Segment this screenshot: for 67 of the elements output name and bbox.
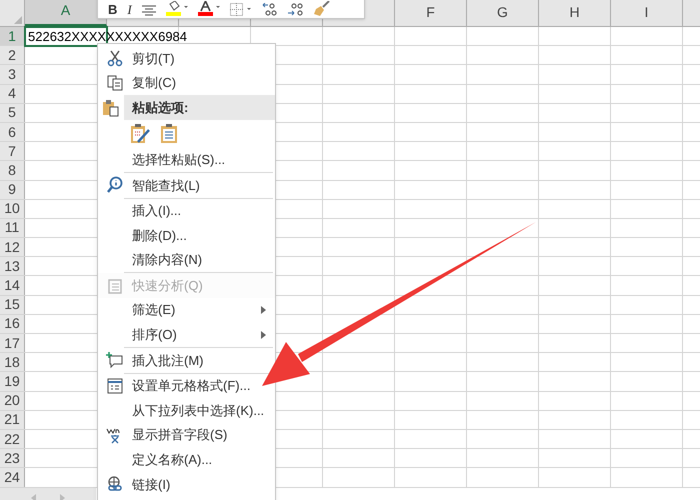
row-header[interactable]: 3 [0, 65, 25, 84]
format-cells-icon [106, 377, 124, 396]
row-header[interactable]: 18 [0, 353, 25, 372]
menu-item[interactable]: 显示拼音字段(S) [98, 422, 275, 448]
row-header[interactable]: 17 [0, 334, 25, 352]
row-header[interactable]: 6 [0, 122, 25, 142]
menu-item[interactable]: 剪切(T) [98, 46, 275, 71]
link-icon [106, 475, 124, 494]
menu-item[interactable]: 复制(C) [98, 70, 275, 96]
menu-item[interactable]: 智能查找(L) [98, 172, 275, 198]
row-header[interactable]: 8 [0, 161, 25, 180]
row-header[interactable]: 19 [0, 372, 25, 391]
row-header[interactable]: 14 [0, 276, 25, 295]
column-header[interactable]: A [25, 0, 107, 26]
italic-button[interactable]: I [127, 3, 132, 16]
triangle-icon [14, 16, 22, 24]
menu-section-header: 粘贴选项: [124, 95, 275, 120]
menu-item[interactable]: 筛选(E) [98, 298, 275, 323]
submenu-arrow-icon [261, 330, 266, 339]
fill-color-icon[interactable] [166, 1, 188, 16]
row-header[interactable]: 24 [0, 468, 25, 486]
increase-decimal-icon[interactable] [262, 3, 278, 16]
submenu-arrow-icon [261, 306, 266, 314]
menu-item[interactable]: 插入批注(M) [98, 348, 275, 373]
menu-item[interactable]: 从下拉列表中选择(K)... [98, 398, 275, 423]
menu-item[interactable]: 设置单元格格式(F)... [98, 374, 275, 398]
row-header[interactable]: 4 [0, 84, 25, 103]
search-icon [106, 176, 124, 194]
row-header[interactable]: 20 [0, 392, 25, 410]
clipboard-icon [102, 98, 120, 117]
decrease-decimal-icon[interactable] [288, 3, 304, 16]
row-header[interactable]: 16 [0, 314, 25, 333]
paintbrush-icon[interactable] [314, 1, 330, 16]
row-header[interactable]: 12 [0, 238, 25, 256]
row-header[interactable]: 9 [0, 180, 25, 199]
row-header[interactable]: 21 [0, 410, 25, 429]
column-header[interactable]: I [611, 0, 683, 26]
menu-item[interactable]: 插入(I)... [98, 198, 275, 224]
row-header[interactable]: 13 [0, 257, 25, 276]
quick-analysis-icon [106, 276, 124, 295]
menu-item[interactable]: 选择性粘贴(S)... [98, 147, 275, 172]
bold-button[interactable]: B [108, 3, 118, 16]
comment-icon [106, 351, 124, 370]
menu-item[interactable]: 删除(D)... [98, 223, 275, 248]
scissors-icon [106, 49, 124, 68]
borders-icon[interactable] [230, 3, 252, 16]
row-header[interactable]: 1 [0, 27, 25, 46]
menu-item[interactable]: 链接(I) [98, 472, 275, 497]
row-header[interactable]: 22 [0, 430, 25, 448]
menu-item[interactable]: 清除内容(N) [98, 248, 275, 272]
column-header[interactable]: F [395, 0, 467, 26]
menu-item[interactable]: 排序(O) [98, 322, 275, 348]
paste-formatting-icon[interactable] [130, 124, 150, 144]
row-header[interactable]: 2 [0, 46, 25, 64]
align-center-icon[interactable] [142, 5, 156, 16]
row-header[interactable]: 11 [0, 218, 25, 238]
row-header[interactable]: 23 [0, 449, 25, 468]
row-header[interactable]: 10 [0, 200, 25, 218]
row-header[interactable]: 5 [0, 104, 25, 122]
font-color-icon[interactable] [198, 1, 220, 16]
copy-icon [106, 74, 124, 92]
row-header[interactable]: 15 [0, 296, 25, 314]
row-header[interactable]: 7 [0, 142, 25, 160]
column-header[interactable]: G [467, 0, 539, 26]
column-header[interactable]: H [539, 0, 611, 26]
paste-icon[interactable] [160, 124, 178, 144]
menu-item[interactable]: 定义名称(A)... [98, 448, 275, 472]
